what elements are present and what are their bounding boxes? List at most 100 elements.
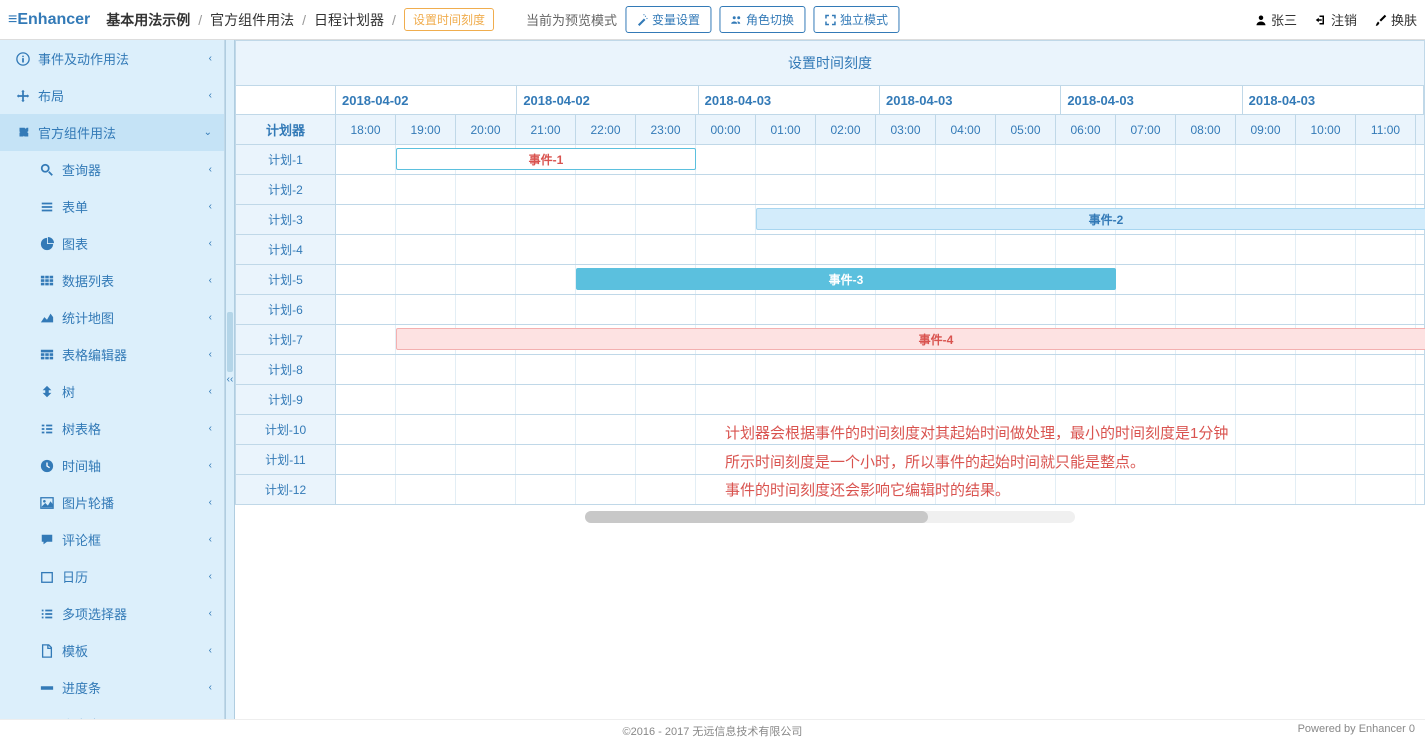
- sidebar-item[interactable]: 官方组件用法⌄: [0, 114, 224, 151]
- timeline-cell[interactable]: [336, 475, 396, 504]
- timeline-cell[interactable]: [396, 265, 456, 294]
- timeline-cell[interactable]: [756, 415, 816, 444]
- sidebar-item[interactable]: 时间轴‹: [0, 447, 224, 484]
- timeline-cell[interactable]: [876, 445, 936, 474]
- timeline-cell[interactable]: [1296, 355, 1356, 384]
- timeline-cell[interactable]: [576, 385, 636, 414]
- timeline-cell[interactable]: [636, 355, 696, 384]
- timeline-cell[interactable]: [816, 385, 876, 414]
- timeline-cell[interactable]: [396, 235, 456, 264]
- timeline-cell[interactable]: [576, 175, 636, 204]
- timeline-cell[interactable]: [756, 175, 816, 204]
- timeline-cell[interactable]: [336, 235, 396, 264]
- timeline-cell[interactable]: [396, 475, 456, 504]
- sidebar-item[interactable]: 表格编辑器‹: [0, 336, 224, 373]
- timeline-cell[interactable]: [336, 145, 396, 174]
- timeline-cell[interactable]: [1296, 295, 1356, 324]
- timeline-cell[interactable]: [1116, 385, 1176, 414]
- timeline-cell[interactable]: [936, 295, 996, 324]
- timeline-cell[interactable]: [816, 355, 876, 384]
- timeline-cell[interactable]: [1116, 235, 1176, 264]
- timeline-cell[interactable]: [516, 235, 576, 264]
- timeline-cell[interactable]: [1356, 145, 1416, 174]
- timeline-cell[interactable]: [1356, 475, 1416, 504]
- timeline-cell[interactable]: [1116, 295, 1176, 324]
- timeline-cell[interactable]: [1236, 295, 1296, 324]
- timeline-cell[interactable]: [1296, 385, 1356, 414]
- timeline-cell[interactable]: [756, 475, 816, 504]
- timeline-cell[interactable]: [696, 205, 756, 234]
- sidebar-item[interactable]: 图片轮播‹: [0, 484, 224, 521]
- timeline-cell[interactable]: [1356, 265, 1416, 294]
- timeline-cell[interactable]: [1056, 175, 1116, 204]
- timeline-cell[interactable]: [1296, 445, 1356, 474]
- timeline-cell[interactable]: [696, 355, 756, 384]
- timeline-cell[interactable]: [936, 475, 996, 504]
- timeline-cell[interactable]: [936, 445, 996, 474]
- timeline-cell[interactable]: [1236, 355, 1296, 384]
- timeline-cell[interactable]: [336, 295, 396, 324]
- timeline-cell[interactable]: [696, 475, 756, 504]
- timeline-cell[interactable]: [1116, 265, 1176, 294]
- timeline-cell[interactable]: [1356, 445, 1416, 474]
- standalone-mode-button[interactable]: 独立模式: [813, 6, 899, 33]
- timeline-cell[interactable]: [1356, 415, 1416, 444]
- timeline-cell[interactable]: [1056, 385, 1116, 414]
- timeline-cell[interactable]: [576, 295, 636, 324]
- timeline-cell[interactable]: [1116, 415, 1176, 444]
- timeline-cell[interactable]: [936, 415, 996, 444]
- timeline-cell[interactable]: [816, 175, 876, 204]
- sidebar-item[interactable]: 事件及动作用法‹: [0, 40, 224, 77]
- timeline-cell[interactable]: [696, 415, 756, 444]
- timeline-cell[interactable]: [936, 145, 996, 174]
- timeline-cell[interactable]: [336, 325, 396, 354]
- timeline-cell[interactable]: [1356, 175, 1416, 204]
- timeline-cell[interactable]: [516, 445, 576, 474]
- sidebar-item[interactable]: 树‹: [0, 373, 224, 410]
- timeline-cell[interactable]: [696, 295, 756, 324]
- timeline-cell[interactable]: [456, 295, 516, 324]
- scheduler-event[interactable]: 事件-2: [756, 208, 1425, 230]
- logout-link[interactable]: 注销: [1315, 10, 1357, 29]
- timeline-cell[interactable]: [516, 175, 576, 204]
- user-menu[interactable]: 张三: [1255, 10, 1297, 29]
- timeline-cell[interactable]: [1056, 295, 1116, 324]
- breadcrumb-l1[interactable]: 官方组件用法: [210, 10, 294, 30]
- scheduler-event[interactable]: 事件-1: [396, 148, 696, 170]
- timeline-cell[interactable]: [1176, 235, 1236, 264]
- timeline-cell[interactable]: [636, 235, 696, 264]
- variable-settings-button[interactable]: 变量设置: [625, 6, 711, 33]
- timeline-cell[interactable]: [456, 205, 516, 234]
- horizontal-scrollbar[interactable]: [585, 511, 1075, 523]
- timeline-cell[interactable]: [456, 475, 516, 504]
- timeline-cell[interactable]: [336, 415, 396, 444]
- timeline-cell[interactable]: [996, 145, 1056, 174]
- timeline-cell[interactable]: [1056, 445, 1116, 474]
- timeline-cell[interactable]: [516, 475, 576, 504]
- timeline-cell[interactable]: [576, 235, 636, 264]
- timeline-cell[interactable]: [1056, 145, 1116, 174]
- timeline-cell[interactable]: [696, 385, 756, 414]
- timeline-cell[interactable]: [876, 355, 936, 384]
- timeline-cell[interactable]: [456, 265, 516, 294]
- timeline-cell[interactable]: [636, 445, 696, 474]
- timeline-cell[interactable]: [756, 295, 816, 324]
- timeline-cell[interactable]: [696, 235, 756, 264]
- timeline-cell[interactable]: [1116, 475, 1176, 504]
- skin-link[interactable]: 换肤: [1375, 10, 1417, 29]
- timeline-cell[interactable]: [516, 385, 576, 414]
- timeline-cell[interactable]: [756, 355, 816, 384]
- sidebar-item[interactable]: 多项选择器‹: [0, 595, 224, 632]
- timeline-cell[interactable]: [636, 205, 696, 234]
- timeline-cell[interactable]: [336, 385, 396, 414]
- sidebar-item[interactable]: 图表‹: [0, 225, 224, 262]
- role-switch-button[interactable]: 角色切换: [719, 6, 805, 33]
- sidebar-item[interactable]: 表单‹: [0, 188, 224, 225]
- timeline-cell[interactable]: [396, 175, 456, 204]
- timeline-cell[interactable]: [756, 385, 816, 414]
- timeline-cell[interactable]: [1116, 145, 1176, 174]
- timeline-cell[interactable]: [756, 235, 816, 264]
- timeline-cell[interactable]: [876, 295, 936, 324]
- timeline-cell[interactable]: [1176, 415, 1236, 444]
- sidebar-item[interactable]: 查询器‹: [0, 151, 224, 188]
